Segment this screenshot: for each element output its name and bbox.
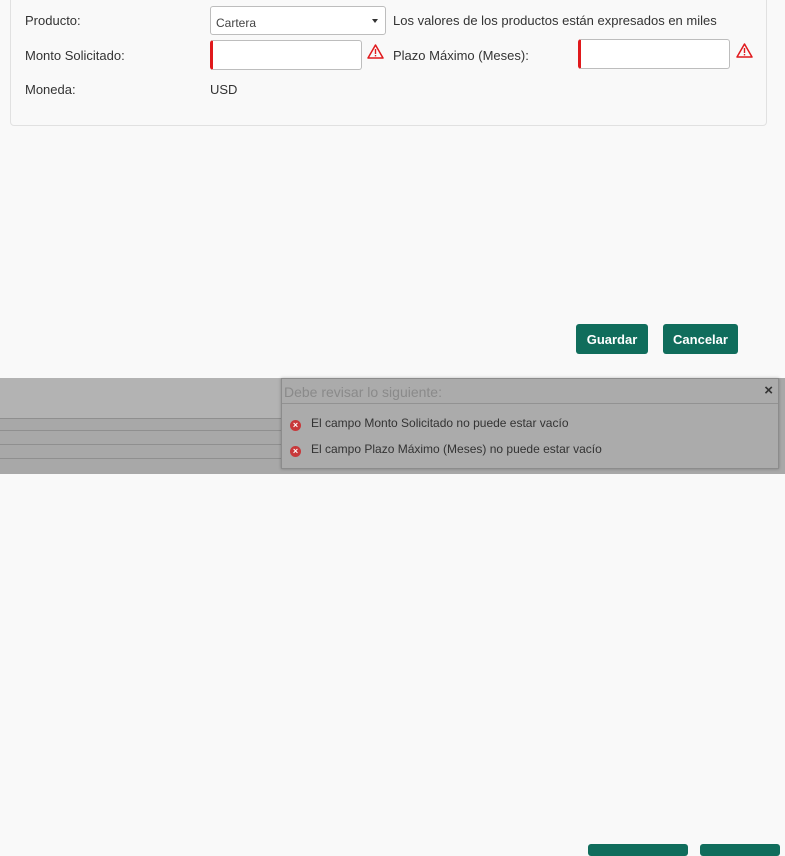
cancelar-button[interactable]: Cancelar xyxy=(663,324,738,354)
plazo-label: Plazo Máximo (Meses): xyxy=(393,48,529,63)
monto-input[interactable] xyxy=(210,40,362,70)
producto-select-value: Cartera xyxy=(216,16,257,30)
toast-header: Debe revisar lo siguiente: × xyxy=(282,379,778,404)
toast-error-item: × El campo Monto Solicitado no puede esta… xyxy=(290,416,569,431)
monto-label: Monto Solicitado: xyxy=(25,48,125,63)
producto-note: Los valores de los productos están expre… xyxy=(393,13,717,28)
moneda-value: USD xyxy=(210,82,238,97)
validation-toast: Debe revisar lo siguiente: × × El campo M… xyxy=(281,378,779,469)
toast-error-item: × El campo Plazo Máximo (Meses) no puede … xyxy=(290,442,602,457)
producto-select[interactable]: Cartera xyxy=(210,6,386,35)
error-icon: × xyxy=(290,446,301,457)
warning-icon xyxy=(736,43,753,58)
underlying-button xyxy=(588,844,688,856)
producto-label: Producto: xyxy=(25,13,81,28)
error-icon: × xyxy=(290,420,301,431)
toast-title: Debe revisar lo siguiente: xyxy=(284,384,442,400)
chevron-down-icon xyxy=(372,19,378,23)
moneda-label: Moneda: xyxy=(25,82,76,97)
close-icon[interactable]: × xyxy=(764,382,773,399)
warning-icon xyxy=(367,44,384,59)
plazo-input[interactable] xyxy=(578,39,730,69)
guardar-button[interactable]: Guardar xyxy=(576,324,648,354)
underlying-button xyxy=(700,844,780,856)
